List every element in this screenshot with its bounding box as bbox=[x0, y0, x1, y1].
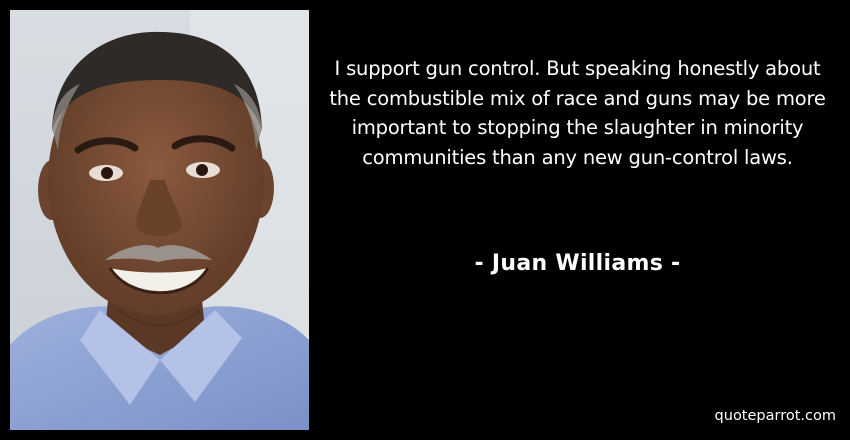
quote-text: I support gun control. But speaking hone… bbox=[329, 57, 826, 169]
quote-card: I support gun control. But speaking hone… bbox=[0, 0, 850, 440]
author-portrait bbox=[10, 10, 309, 430]
quote-author: - Juan Williams - bbox=[474, 251, 681, 276]
site-watermark[interactable]: quoteparrot.com bbox=[715, 407, 836, 425]
portrait-illustration bbox=[10, 10, 309, 430]
